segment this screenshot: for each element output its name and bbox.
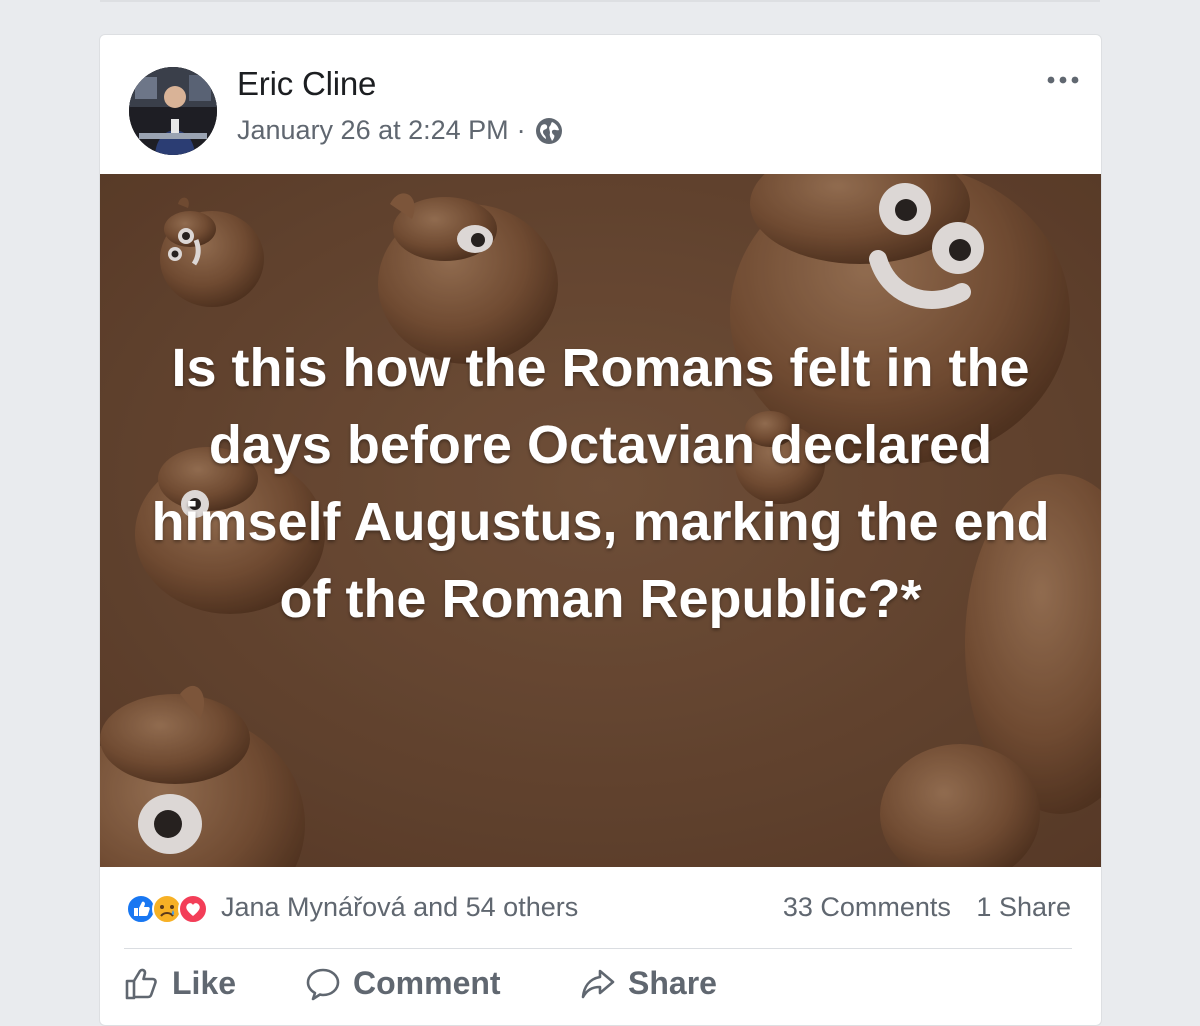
- more-icon[interactable]: [1045, 73, 1081, 87]
- previous-post-edge: [100, 0, 1100, 2]
- share-button[interactable]: Share: [580, 965, 717, 1002]
- post-timestamp[interactable]: January 26 at 2:24 PM: [237, 115, 509, 146]
- author-avatar[interactable]: [129, 67, 217, 155]
- share-label: Share: [628, 965, 717, 1001]
- shares-count[interactable]: 1 Share: [976, 892, 1071, 922]
- post-actions: Like Comment Share: [100, 955, 1101, 1015]
- reactions-summary: Jana Mynářová and 54 others 33 Comments …: [100, 867, 1101, 947]
- speech-bubble-icon: [306, 968, 340, 1000]
- reaction-names[interactable]: Jana Mynářová and 54 others: [221, 892, 578, 923]
- engagement-counts: 33 Comments 1 Share: [783, 892, 1071, 923]
- globe-icon[interactable]: [534, 116, 564, 146]
- like-label: Like: [172, 965, 237, 1001]
- comments-count[interactable]: 33 Comments: [783, 892, 951, 922]
- reaction-icons[interactable]: [125, 893, 215, 925]
- action-divider: [124, 948, 1072, 949]
- post-card: Eric Cline January 26 at 2:24 PM · Is th…: [99, 34, 1102, 1026]
- meta-separator: ·: [516, 115, 526, 145]
- share-arrow-icon: [581, 969, 615, 998]
- author-name[interactable]: Eric Cline: [237, 65, 376, 103]
- like-reaction-icon: [126, 894, 156, 924]
- post-meta: January 26 at 2:24 PM ·: [237, 115, 564, 146]
- comment-label: Comment: [353, 965, 501, 1001]
- love-reaction-icon: [178, 894, 208, 924]
- comment-button[interactable]: Comment: [305, 965, 501, 1002]
- like-button[interactable]: Like: [124, 965, 236, 1002]
- post-image[interactable]: Is this how the Romans felt in the days …: [100, 174, 1101, 867]
- thumbs-up-icon: [125, 968, 157, 999]
- post-image-caption: Is this how the Romans felt in the days …: [151, 338, 1050, 629]
- sad-reaction-icon: [152, 894, 182, 924]
- avatar-photo: [129, 67, 217, 155]
